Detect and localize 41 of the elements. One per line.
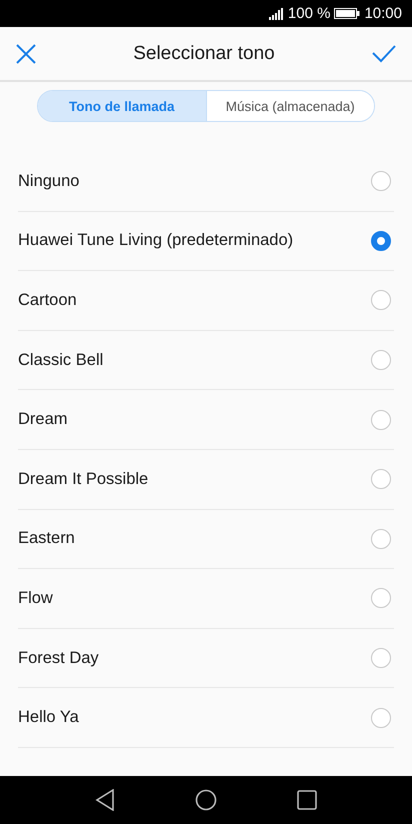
back-icon[interactable]: [95, 789, 115, 811]
ringtone-name: Cartoon: [18, 290, 77, 310]
ringtone-item[interactable]: Ninguno: [18, 152, 394, 212]
battery-percentage: 100 %: [288, 5, 330, 22]
battery-icon: [334, 8, 360, 19]
tab[interactable]: Música (almacenada): [206, 91, 374, 121]
radio-button[interactable]: [371, 410, 391, 430]
ringtone-name: Eastern: [18, 529, 75, 548]
radio-button[interactable]: [371, 469, 391, 490]
close-icon: [16, 44, 36, 64]
ringtone-name: Flow: [18, 588, 53, 608]
status-time: 10:00: [364, 5, 402, 22]
ringtone-item[interactable]: Eastern: [18, 510, 394, 570]
ringtone-item[interactable]: Hello Ya: [18, 688, 394, 748]
ringtone-item[interactable]: Dream: [18, 390, 394, 450]
screen-title: Seleccionar tono: [133, 42, 275, 64]
ringtone-name: Huawei Tune Living (predeterminado): [18, 231, 294, 250]
ringtone-item[interactable]: Forest Day: [18, 628, 394, 688]
ringtone-name: Ninguno: [18, 172, 80, 191]
radio-button[interactable]: [371, 230, 391, 251]
home-icon[interactable]: [195, 789, 217, 811]
radio-button[interactable]: [371, 350, 391, 370]
ringtone-name: Classic Bell: [18, 350, 104, 370]
radio-button[interactable]: [371, 648, 391, 668]
ringtone-item[interactable]: Classic Bell: [18, 330, 394, 390]
recents-icon[interactable]: [297, 790, 317, 810]
radio-button[interactable]: [371, 528, 391, 549]
ringtone-name: Forest Day: [18, 648, 99, 668]
radio-button[interactable]: [371, 708, 391, 728]
ringtone-name: Dream: [18, 410, 68, 430]
ringtone-item[interactable]: Cartoon: [18, 271, 394, 331]
ringtone-item[interactable]: Huawei Tune Living (predeterminado): [18, 212, 394, 272]
ringtone-item[interactable]: Dream It Possible: [18, 450, 394, 510]
ringtone-name: Hello Ya: [18, 708, 79, 728]
ringtone-item[interactable]: Flow: [18, 569, 394, 629]
checkmark-icon: [372, 44, 396, 62]
ringtone-name: Dream It Possible: [18, 470, 148, 489]
radio-button[interactable]: [371, 290, 391, 310]
radio-button[interactable]: [371, 171, 391, 192]
signal-icon: [268, 8, 283, 20]
radio-button[interactable]: [371, 588, 391, 608]
